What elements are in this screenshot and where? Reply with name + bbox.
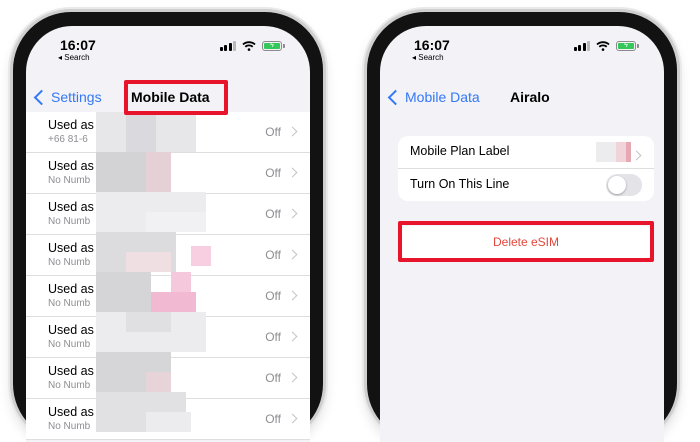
chevron-right-icon [287,208,298,219]
battery-charging-icon: ϟ [616,41,639,51]
status-time: 16:07 [60,37,96,53]
right-screen: 16:07 ◂ Search ϟ Mobile Data Airalo Mobi… [380,26,664,442]
chevron-left-icon [33,89,50,105]
back-to-search-link[interactable]: ◂ Search [58,53,90,62]
back-button-settings[interactable]: Settings [32,89,102,105]
page-title: Airalo [510,89,550,105]
line-title: Used as [48,323,94,337]
nav-bar: Mobile Data Airalo [380,80,664,120]
line-title: Used as [48,159,94,173]
turn-on-line-label: Turn On This Line [410,177,510,191]
status-bar: 16:07 ◂ Search ϟ [380,26,664,68]
wifi-icon [596,41,610,51]
line-status-value: Off [265,207,281,221]
cellular-signal-icon [219,41,236,51]
chevron-left-icon [387,89,404,105]
line-subtitle: No Numb [48,339,91,350]
line-status-value: Off [265,412,281,426]
wifi-icon [242,41,256,51]
status-time: 16:07 [414,37,450,53]
mobile-plan-label: Mobile Plan Label [410,144,510,158]
line-subtitle: No Numb [48,216,91,227]
cellular-signal-icon [573,41,590,51]
chevron-right-icon [287,290,298,301]
line-status-value: Off [265,166,281,180]
back-to-search-link[interactable]: ◂ Search [412,53,444,62]
line-title: Used as [48,364,94,378]
line-status-value: Off [265,248,281,262]
back-button-mobile-data[interactable]: Mobile Data [386,89,480,105]
chevron-right-icon [287,126,298,137]
line-status-value: Off [265,125,281,139]
esim-settings-group: Mobile Plan Label Turn On This Line [398,136,654,201]
toggle-knob [608,176,626,194]
left-screen: 16:07 ◂ Search ϟ Settings Mobile Data Us… [26,26,310,442]
line-subtitle: No Numb [48,380,91,391]
mobile-plan-label-row[interactable]: Mobile Plan Label [398,136,654,168]
chevron-right-icon [287,331,298,342]
turn-on-line-row: Turn On This Line [398,168,654,201]
battery-charging-icon: ϟ [262,41,285,51]
line-subtitle: No Numb [48,421,91,432]
line-subtitle: +66 81-6 [48,134,88,145]
delete-highlight-box [398,221,654,262]
status-bar: 16:07 ◂ Search ϟ [26,26,310,68]
line-status-value: Off [265,371,281,385]
line-title: Used as [48,200,94,214]
line-status-value: Off [265,289,281,303]
turn-on-line-toggle[interactable] [606,174,642,196]
back-button-label: Settings [51,89,102,105]
chevron-right-icon [287,249,298,260]
line-title: Used as [48,118,94,132]
title-highlight-box [124,80,228,115]
chevron-right-icon [287,372,298,383]
right-phone: 16:07 ◂ Search ϟ Mobile Data Airalo Mobi… [367,12,677,442]
line-title: Used as [48,282,94,296]
left-phone: 16:07 ◂ Search ϟ Settings Mobile Data Us… [13,12,323,442]
line-title: Used as [48,405,94,419]
line-status-value: Off [265,330,281,344]
back-button-label: Mobile Data [405,89,480,105]
line-subtitle: No Numb [48,298,91,309]
chevron-right-icon [287,167,298,178]
line-subtitle: No Numb [48,257,91,268]
line-subtitle: No Numb [48,175,91,186]
chevron-right-icon [631,150,642,161]
line-title: Used as [48,241,94,255]
